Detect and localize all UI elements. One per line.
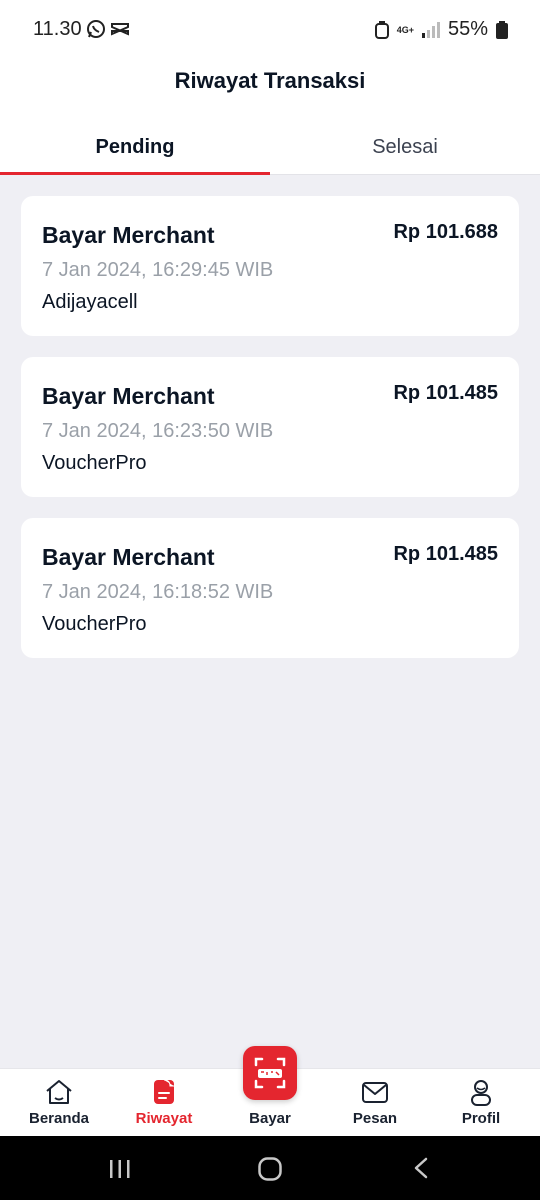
transaction-title: Bayar Merchant — [42, 544, 215, 570]
transaction-date: 7 Jan 2024, 16:29:45 WIB — [42, 259, 274, 281]
tab-selesai[interactable]: Selesai — [270, 122, 540, 175]
transaction-merchant: Adijayacell — [42, 291, 138, 313]
transaction-merchant: VoucherPro — [42, 452, 147, 474]
tab-bar: Pending Selesai — [0, 122, 540, 175]
whatsapp-icon — [87, 20, 105, 38]
system-navigation-bar — [0, 1136, 540, 1200]
mail-icon — [362, 1082, 388, 1103]
nav-beranda[interactable]: Beranda — [5, 1069, 113, 1137]
profile-icon — [471, 1080, 491, 1106]
transaction-card[interactable]: Bayar Merchant Rp 101.688 7 Jan 2024, 16… — [21, 196, 519, 336]
recent-apps-icon[interactable] — [108, 1158, 132, 1180]
bottom-navigation: Beranda Riwayat Bayar Pesan Profil — [0, 1046, 540, 1137]
alarm-icon — [374, 20, 389, 39]
tab-pending[interactable]: Pending — [0, 122, 270, 175]
capcut-icon — [111, 23, 129, 36]
transaction-date: 7 Jan 2024, 16:23:50 WIB — [42, 420, 274, 442]
network-type-label: 4G+ — [396, 24, 414, 35]
nav-label: Profil — [461, 1110, 501, 1127]
transaction-date: 7 Jan 2024, 16:18:52 WIB — [42, 581, 274, 603]
status-bar: 11.30 4G+ 55% — [0, 0, 540, 60]
transaction-title: Bayar Merchant — [42, 222, 215, 248]
back-icon[interactable] — [410, 1156, 432, 1180]
nav-pesan[interactable]: Pesan — [321, 1069, 429, 1137]
transaction-merchant: VoucherPro — [42, 613, 147, 635]
status-notification-icons — [86, 19, 130, 39]
status-time: 11.30 — [33, 18, 82, 40]
history-icon — [154, 1079, 174, 1104]
top-panel: 11.30 4G+ 55% Riwayat Transaksi Pending … — [0, 0, 540, 175]
transaction-amount: Rp 101.485 — [393, 382, 498, 404]
qris-pay-button[interactable] — [243, 1046, 297, 1100]
home-icon — [46, 1080, 72, 1104]
battery-icon — [496, 20, 508, 39]
active-tab-indicator — [0, 172, 270, 175]
nav-riwayat[interactable]: Riwayat — [110, 1069, 218, 1137]
battery-percent: 55% — [447, 18, 488, 40]
page-title: Riwayat Transaksi — [174, 68, 366, 93]
transaction-card[interactable]: Bayar Merchant Rp 101.485 7 Jan 2024, 16… — [21, 357, 519, 497]
nav-label: Pesan — [352, 1110, 398, 1127]
qris-icon — [254, 1057, 286, 1089]
transaction-card[interactable]: Bayar Merchant Rp 101.485 7 Jan 2024, 16… — [21, 518, 519, 658]
status-system-icons: 4G+ 55% — [374, 18, 508, 41]
transaction-title: Bayar Merchant — [42, 383, 215, 409]
nav-label: Riwayat — [135, 1110, 193, 1127]
transaction-amount: Rp 101.688 — [393, 221, 498, 243]
nav-label: Beranda — [28, 1110, 90, 1127]
nav-profil[interactable]: Profil — [427, 1069, 535, 1137]
signal-icon — [421, 21, 440, 38]
transaction-amount: Rp 101.485 — [393, 543, 498, 565]
home-circle-icon[interactable] — [257, 1156, 283, 1182]
nav-label: Bayar — [249, 1110, 291, 1127]
